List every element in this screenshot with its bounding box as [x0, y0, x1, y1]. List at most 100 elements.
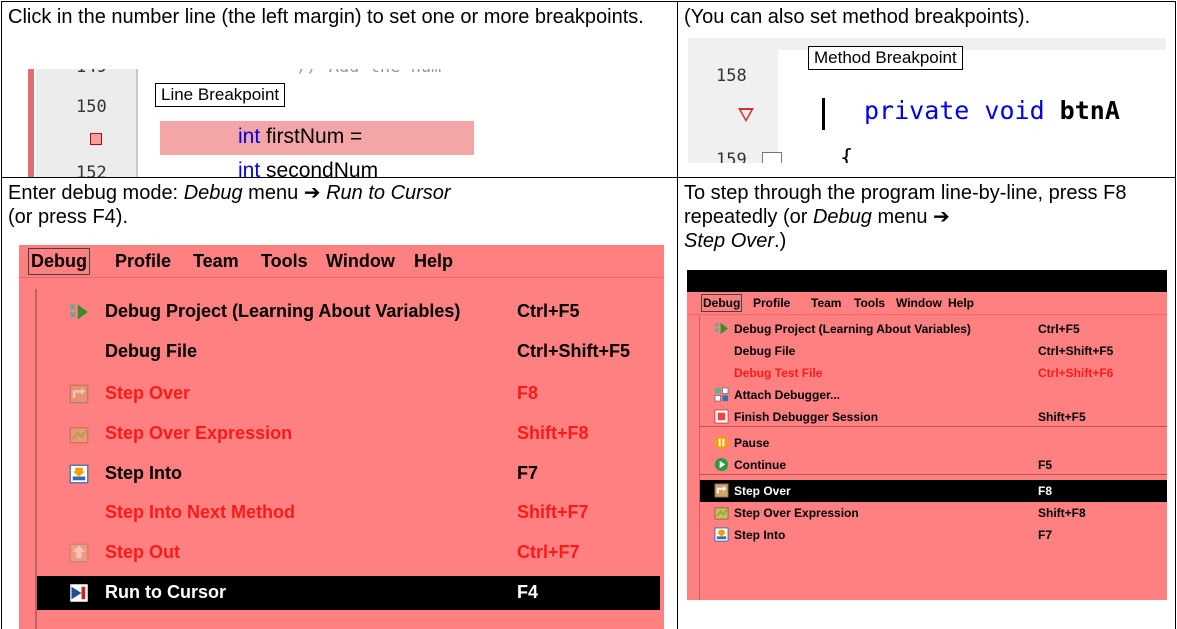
instruction-table: Click in the number line (the left margi…: [0, 0, 1177, 629]
menu-item-label: Debug File: [734, 344, 796, 358]
step-into-icon: [69, 464, 89, 489]
menu-item-shortcut: Ctrl+Shift+F6: [1038, 366, 1114, 380]
cell-run-to-cursor: Enter debug mode: Debug menu ➔ Run to Cu…: [1, 177, 678, 629]
menu-team[interactable]: Team: [811, 296, 841, 310]
menu-tools[interactable]: Tools: [261, 251, 308, 272]
menu-item-attach-debugger[interactable]: Attach Debugger...: [700, 384, 1167, 406]
menu-item-shortcut: Ctrl+Shift+F5: [1038, 344, 1114, 358]
menu-item-label: Step Into: [734, 528, 786, 542]
code-line: private void btnA: [864, 96, 1120, 125]
attach-debugger-icon: [714, 387, 729, 405]
step-over-icon: [714, 483, 729, 501]
menu-item-shortcut: Shift+F7: [517, 502, 589, 522]
code-brace: {: [840, 146, 854, 163]
step-over-expression-icon: [69, 424, 89, 449]
menu-debug[interactable]: Debug: [700, 294, 743, 312]
menu-bar: Debug Profile Team Tools Window Help: [19, 245, 664, 278]
menu-item-step-into-next-method[interactable]: Step Into Next Method Shift+F7: [37, 496, 660, 530]
instruction-step-over: To step through the program line-by-line…: [684, 182, 1127, 252]
menu-item-debug-test-file[interactable]: Debug Test File Ctrl+Shift+F6: [700, 362, 1167, 384]
menu-item-label: Continue: [734, 458, 786, 472]
menu-profile[interactable]: Profile: [753, 296, 790, 310]
menu-item-step-into[interactable]: Step Into F7: [700, 524, 1167, 546]
menu-item-step-over-expression[interactable]: Step Over Expression Shift+F8: [37, 417, 660, 451]
menu-item-shortcut: Shift+F8: [1038, 506, 1086, 520]
menu-item-shortcut: F7: [1038, 528, 1053, 542]
menu-item-continue[interactable]: Continue F5: [700, 454, 1167, 476]
menu-window[interactable]: Window: [896, 296, 942, 310]
menu-item-shortcut: Shift+F8: [517, 423, 589, 443]
menu-profile[interactable]: Profile: [115, 251, 171, 272]
menu-item-shortcut: F7: [517, 463, 539, 483]
menu-item-finish-debugger-session[interactable]: Finish Debugger Session Shift+F5: [700, 406, 1167, 428]
menu-debug[interactable]: Debug: [28, 248, 90, 275]
line-number[interactable]: 150: [76, 97, 107, 117]
debug-menu-large: Debug Profile Team Tools Window Help Debug Pro…: [19, 245, 664, 629]
menu-tools[interactable]: Tools: [854, 296, 885, 310]
menu-item-shortcut: Ctrl+F7: [517, 542, 580, 562]
menu-item-run-to-cursor[interactable]: Run to Cursor F4: [37, 576, 660, 610]
line-number[interactable]: 152: [76, 163, 107, 177]
menu-item-debug-project-learning-about-variables[interactable]: Debug Project (Learning About Variables)…: [700, 318, 1167, 340]
cell-step-over: To step through the program line-by-line…: [677, 177, 1176, 629]
menu-item-shortcut: Shift+F5: [1038, 410, 1086, 424]
menu-item-shortcut: F4: [517, 582, 539, 602]
breakpoint-square-icon[interactable]: [90, 133, 102, 145]
menu-team[interactable]: Team: [193, 251, 239, 272]
step-out-icon: [69, 543, 89, 568]
instruction-line-breakpoint: Click in the number line (the left margi…: [8, 6, 644, 28]
cell-line-breakpoint: Click in the number line (the left margi…: [1, 1, 678, 178]
menu-item-step-into[interactable]: Step Into F7: [37, 457, 660, 491]
step-over-expression-icon: [714, 505, 729, 523]
menu-item-step-over-expression[interactable]: Step Over Expression Shift+F8: [700, 502, 1167, 524]
line-number[interactable]: 158: [716, 66, 747, 86]
line-number[interactable]: 159: [716, 150, 747, 163]
instruction-run-to-cursor: Enter debug mode: Debug menu ➔ Run to Cu…: [8, 182, 451, 228]
menu-item-label: Step Over: [105, 383, 191, 403]
code-comment: // Add the num: [298, 69, 441, 77]
fold-toggle-icon[interactable]: [762, 152, 782, 163]
run-to-cursor-icon: [69, 583, 89, 608]
menu-item-label: Finish Debugger Session: [734, 410, 879, 424]
menu-item-shortcut: Ctrl+F5: [517, 301, 580, 321]
menu-item-label: Step Over Expression: [734, 506, 859, 520]
line-number[interactable]: 149: [76, 69, 107, 77]
menu-item-label: Pause: [734, 436, 770, 450]
menu-item-step-over[interactable]: Step Over F8: [700, 480, 1167, 502]
menu-item-label: Step Into Next Method: [105, 502, 295, 522]
menu-item-label: Debug Project (Learning About Variables): [734, 322, 971, 336]
menu-help[interactable]: Help: [414, 251, 453, 272]
menu-separator: [700, 426, 1167, 427]
line-breakpoint-tooltip: Line Breakpoint: [155, 83, 286, 107]
breakpoint-line-marker: [822, 98, 825, 130]
menu-item-pause[interactable]: Pause: [700, 432, 1167, 454]
menu-item-shortcut: F5: [1038, 458, 1053, 472]
menu-item-label: Step Over: [734, 484, 791, 498]
code-screenshot-line-breakpoint: 149 150 152 // Add the num Line Breakpoi…: [28, 69, 673, 178]
menu-item-debug-file[interactable]: Debug File Ctrl+Shift+F5: [700, 340, 1167, 362]
menu-item-label: Step Over Expression: [105, 423, 293, 443]
method-breakpoint-tooltip: Method Breakpoint: [808, 46, 963, 70]
menu-item-debug-project-learning-about-variables[interactable]: Debug Project (Learning About Variables)…: [37, 295, 660, 329]
menu-item-label: Attach Debugger...: [734, 388, 841, 402]
menu-window[interactable]: Window: [326, 251, 395, 272]
menu-item-shortcut: Ctrl+Shift+F5: [517, 341, 631, 361]
menu-help[interactable]: Help: [948, 296, 974, 310]
code-line: int secondNum: [238, 159, 379, 178]
menu-item-shortcut: Ctrl+F5: [1038, 322, 1080, 336]
menu-item-label: Debug Test File: [734, 366, 823, 380]
code-line: int firstNum =: [238, 125, 363, 148]
continue-icon: [714, 457, 729, 475]
menu-item-debug-file[interactable]: Debug File Ctrl+Shift+F5: [37, 335, 660, 369]
menu-item-label: Step Into: [105, 463, 182, 483]
menu-item-label: Step Out: [105, 542, 180, 562]
menu-item-label: Debug Project (Learning About Variables): [105, 301, 461, 321]
step-over-icon: [69, 384, 89, 409]
cell-method-breakpoint: (You can also set method breakpoints). 1…: [677, 1, 1176, 178]
menu-item-step-over[interactable]: Step Over F8: [37, 377, 660, 411]
menu-separator: [700, 474, 1167, 475]
finish-session-icon: [714, 409, 729, 427]
debug-menu-small: Debug Profile Team Tools Window Help Debug Pro…: [687, 292, 1167, 600]
menu-item-step-out[interactable]: Step Out Ctrl+F7: [37, 536, 660, 570]
menu-item-label: Debug File: [105, 341, 198, 361]
